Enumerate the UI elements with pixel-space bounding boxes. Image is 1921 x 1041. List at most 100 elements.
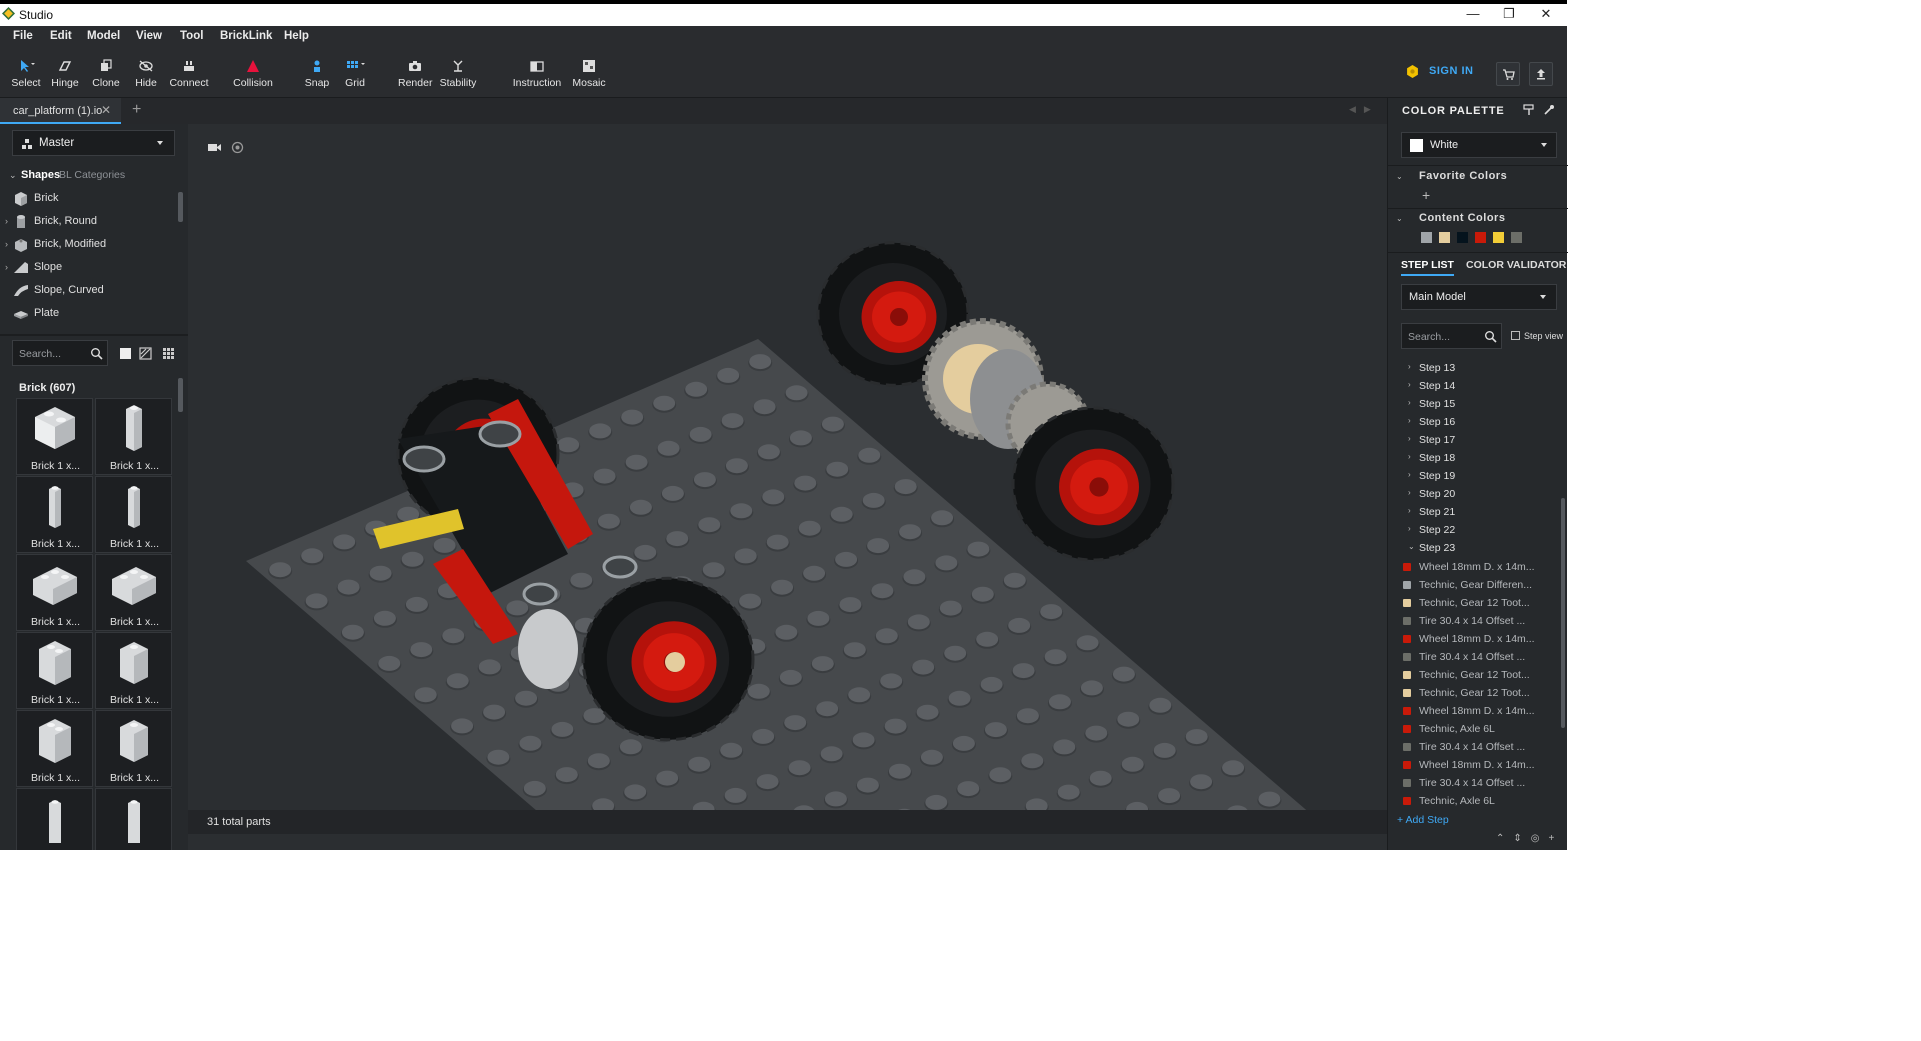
expand-chevron-icon[interactable]: › xyxy=(1408,398,1411,407)
large-tile-view-icon[interactable] xyxy=(119,347,132,360)
grid-view-icon[interactable] xyxy=(162,347,175,360)
reset-view-icon[interactable] xyxy=(231,141,244,154)
parts-scrollbar[interactable] xyxy=(178,378,183,412)
content-color-swatch[interactable] xyxy=(1511,232,1522,243)
step-part-item[interactable]: Technic, Axle 6L xyxy=(1388,792,1559,810)
step-item[interactable]: › Step 17 xyxy=(1388,431,1559,449)
tab-color-validator[interactable]: COLOR VALIDATOR xyxy=(1466,259,1566,271)
step-part-item[interactable]: Wheel 18mm D. x 14m... xyxy=(1388,558,1559,576)
instruction-tool[interactable]: Instruction xyxy=(512,59,562,89)
part-tile[interactable]: Brick 1 x... xyxy=(95,710,172,787)
content-color-swatch[interactable] xyxy=(1421,232,1432,243)
part-search-input[interactable]: Search... xyxy=(12,340,108,366)
content-color-swatch[interactable] xyxy=(1457,232,1468,243)
step-item[interactable]: › Step 15 xyxy=(1388,395,1559,413)
sign-in-button[interactable]: SIGN IN xyxy=(1429,65,1473,77)
menu-view[interactable]: View xyxy=(136,30,162,42)
connect-tool[interactable]: Connect xyxy=(169,59,209,89)
expand-chevron-icon[interactable]: › xyxy=(5,262,8,272)
close-window-button[interactable]: ✕ xyxy=(1528,4,1564,26)
part-tile[interactable]: Brick 1 x... xyxy=(16,710,93,787)
category-brick[interactable]: Brick xyxy=(0,188,176,210)
cart-button[interactable] xyxy=(1496,62,1520,86)
upload-button[interactable] xyxy=(1529,62,1553,86)
eyedropper-icon[interactable] xyxy=(1543,104,1555,116)
category-brick-round[interactable]: › Brick, Round xyxy=(0,211,176,233)
content-color-swatch[interactable] xyxy=(1493,232,1504,243)
minimize-button[interactable]: — xyxy=(1455,4,1491,26)
category-slope[interactable]: › Slope xyxy=(0,257,176,279)
part-tile[interactable]: Brick 1 x... xyxy=(16,554,93,631)
step-view-checkbox[interactable]: Step view xyxy=(1511,331,1563,341)
part-tile[interactable]: Brick 1 x... xyxy=(16,632,93,709)
collapse-chevron-icon[interactable]: ⌄ xyxy=(1396,214,1403,223)
step-part-item[interactable]: Tire 30.4 x 14 Offset ... xyxy=(1388,738,1559,756)
restore-button[interactable]: ❐ xyxy=(1491,4,1527,26)
expand-chevron-icon[interactable]: › xyxy=(1408,524,1411,533)
step-part-item[interactable]: Wheel 18mm D. x 14m... xyxy=(1388,702,1559,720)
panel-divider[interactable] xyxy=(0,334,188,336)
menu-model[interactable]: Model xyxy=(87,30,120,42)
category-plate[interactable]: Plate xyxy=(0,303,176,325)
expand-chevron-icon[interactable]: › xyxy=(1408,362,1411,371)
hinge-tool[interactable]: Hinge xyxy=(50,59,80,89)
expand-chevron-icon[interactable]: › xyxy=(1408,470,1411,479)
collision-tool[interactable]: Collision xyxy=(232,59,274,89)
camera-view-icon[interactable] xyxy=(208,142,221,153)
step-item[interactable]: › Step 16 xyxy=(1388,413,1559,431)
content-color-swatch[interactable] xyxy=(1475,232,1486,243)
category-brick-modified[interactable]: › Brick, Modified xyxy=(0,234,176,256)
add-tab-button[interactable]: + xyxy=(132,101,141,119)
part-tile[interactable] xyxy=(16,788,93,850)
part-tile[interactable] xyxy=(95,788,172,850)
model-scene[interactable] xyxy=(188,124,1387,850)
menu-file[interactable]: File xyxy=(13,30,33,42)
close-tab-icon[interactable]: ✕ xyxy=(101,103,111,117)
tab-shapes[interactable]: Shapes xyxy=(21,169,60,181)
step-search-input[interactable]: Search... xyxy=(1401,323,1502,349)
expand-chevron-icon[interactable]: › xyxy=(1408,380,1411,389)
grid-tool[interactable]: Grid xyxy=(341,59,369,89)
add-step-button[interactable]: + Add Step xyxy=(1397,814,1449,826)
step-item[interactable]: › Step 20 xyxy=(1388,485,1559,503)
3d-viewport[interactable]: 31 total parts xyxy=(188,124,1387,850)
expand-chevron-icon[interactable]: › xyxy=(5,239,8,249)
step-part-item[interactable]: Technic, Gear 12 Toot... xyxy=(1388,594,1559,612)
stability-tool[interactable]: Stability xyxy=(439,59,477,89)
expand-chevron-icon[interactable]: › xyxy=(1408,488,1411,497)
step-part-item[interactable]: Technic, Gear 12 Toot... xyxy=(1388,684,1559,702)
expand-chevron-icon[interactable]: › xyxy=(1408,452,1411,461)
step-part-item[interactable]: Technic, Gear Differen... xyxy=(1388,576,1559,594)
tab-step-list[interactable]: STEP LIST xyxy=(1401,259,1454,276)
expand-chevron-icon[interactable]: › xyxy=(1408,416,1411,425)
collapse-chevron-icon[interactable]: ⌄ xyxy=(9,170,17,181)
filter-view-icon[interactable] xyxy=(139,347,152,360)
part-tile[interactable]: Brick 1 x... xyxy=(95,476,172,553)
mosaic-tool[interactable]: Mosaic xyxy=(570,59,608,89)
step-part-item[interactable]: Tire 30.4 x 14 Offset ... xyxy=(1388,774,1559,792)
part-tile[interactable]: Brick 1 x... xyxy=(95,632,172,709)
model-select[interactable]: Main Model xyxy=(1401,284,1557,310)
step-list-scrollbar[interactable] xyxy=(1561,498,1565,728)
step-item[interactable]: › Step 22 xyxy=(1388,521,1559,539)
step-item[interactable]: ⌄ Step 23 xyxy=(1388,539,1559,557)
step-item[interactable]: › Step 14 xyxy=(1388,377,1559,395)
snap-tool[interactable]: Snap xyxy=(303,59,331,89)
content-colors-title[interactable]: Content Colors xyxy=(1419,212,1505,224)
step-part-item[interactable]: Tire 30.4 x 14 Offset ... xyxy=(1388,612,1559,630)
tab-bl-categories[interactable]: BL Categories xyxy=(59,169,125,181)
favorite-colors-title[interactable]: Favorite Colors xyxy=(1419,170,1507,182)
hide-tool[interactable]: Hide xyxy=(131,59,161,89)
part-tile[interactable]: Brick 1 x... xyxy=(16,476,93,553)
expand-chevron-icon[interactable]: › xyxy=(1408,506,1411,515)
tab-scroll-arrows[interactable]: ◀▶ xyxy=(1349,104,1379,115)
part-tile[interactable]: Brick 1 x... xyxy=(95,398,172,475)
add-favorite-color-button[interactable]: + xyxy=(1422,187,1430,203)
menu-bricklink[interactable]: BrickLink xyxy=(220,30,272,42)
step-item[interactable]: › Step 19 xyxy=(1388,467,1559,485)
master-dropdown[interactable]: Master xyxy=(12,130,175,156)
menu-help[interactable]: Help xyxy=(284,30,309,42)
step-part-item[interactable]: Technic, Gear 12 Toot... xyxy=(1388,666,1559,684)
part-tile[interactable]: Brick 1 x... xyxy=(95,554,172,631)
category-slope-curved[interactable]: Slope, Curved xyxy=(0,280,176,302)
